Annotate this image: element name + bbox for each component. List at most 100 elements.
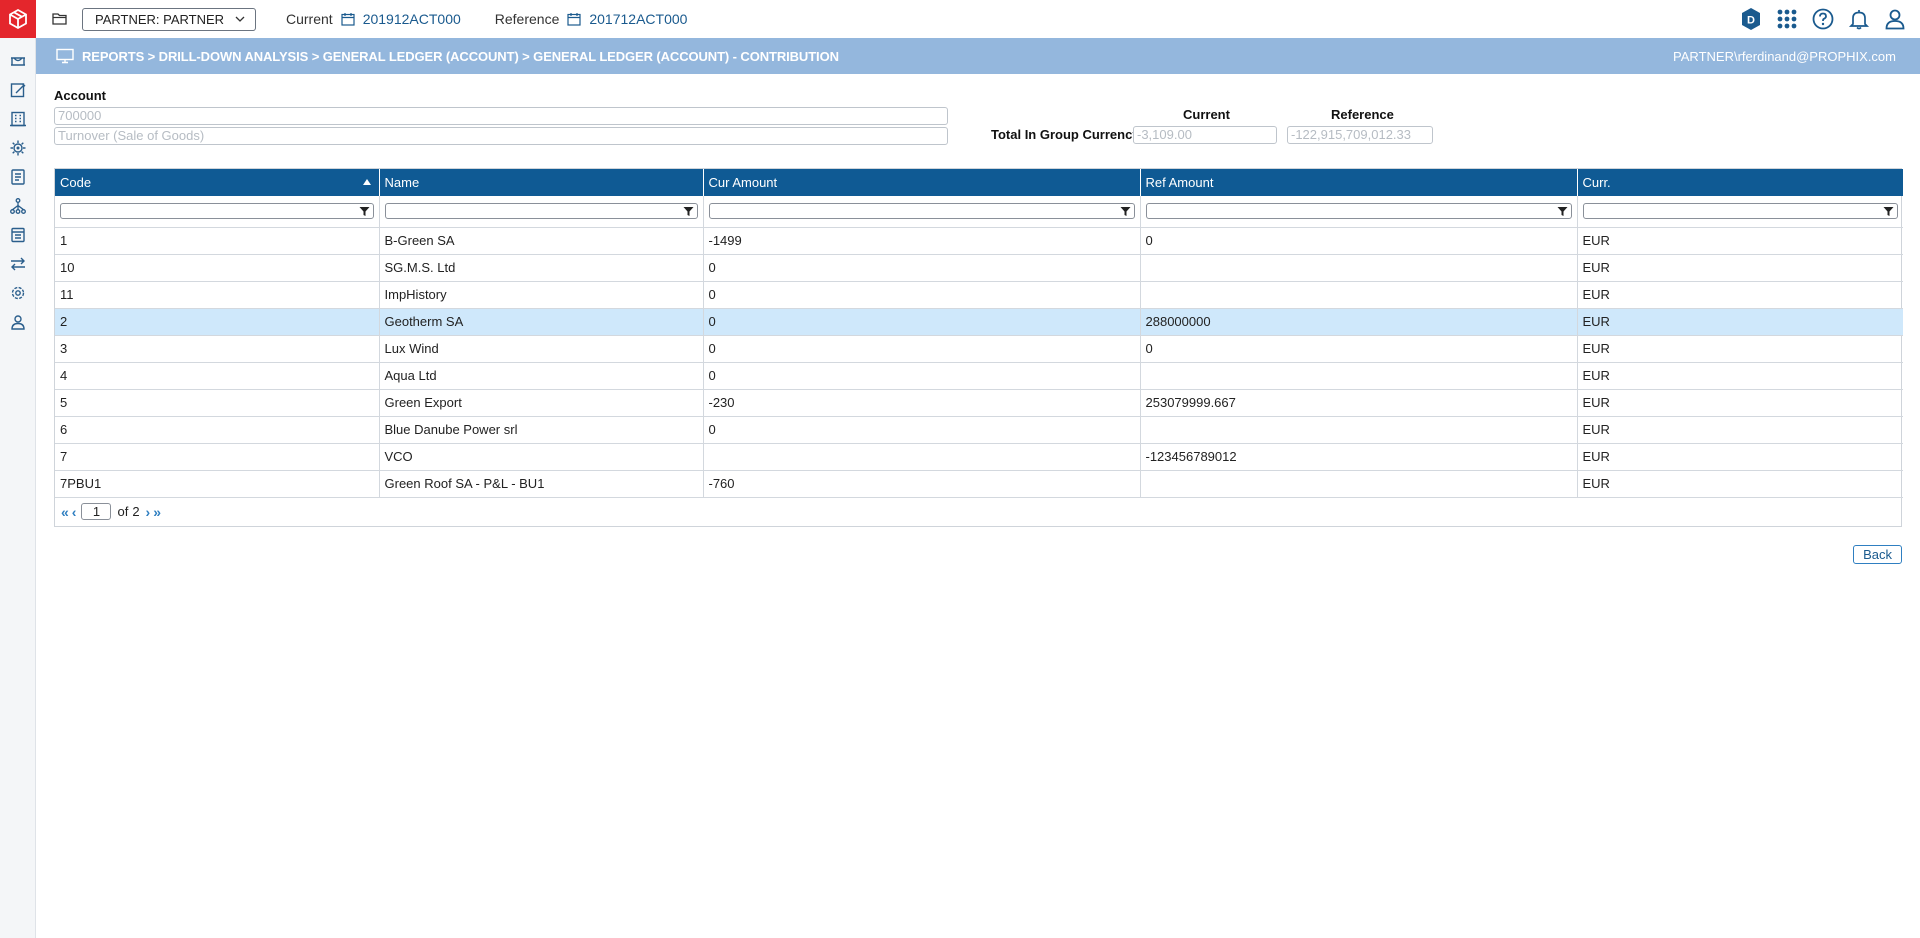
cell-code: 6 [55,416,380,444]
filter-icon[interactable] [359,206,370,217]
filter-row [55,196,1903,228]
table-row[interactable]: 4 Aqua Ltd 0 EUR [55,362,1903,390]
help-icon[interactable] [1810,6,1836,32]
totals-reference-header: Reference [1331,107,1394,122]
cell-currency: EUR [1577,443,1903,471]
calendar-icon[interactable] [341,12,355,26]
column-header-currency[interactable]: Curr. [1577,169,1903,196]
filter-cell [379,196,704,228]
cell-name: Blue Danube Power srl [379,416,704,444]
cell-cur-amount: -760 [703,470,1141,498]
filter-icon[interactable] [1120,206,1131,217]
filter-icon[interactable] [683,206,694,217]
cell-cur-amount: 0 [703,254,1141,282]
filter-input-cur-amount[interactable] [708,203,1135,220]
folder-icon[interactable] [52,10,70,28]
user-icon[interactable] [1882,6,1908,32]
cell-name: Aqua Ltd [379,362,704,390]
building-icon[interactable] [0,104,36,133]
partner-select[interactable]: PARTNER: PARTNER [82,7,256,31]
back-button[interactable]: Back [1853,545,1902,564]
apps-grid-icon[interactable] [1774,6,1800,32]
database-icon[interactable] [0,220,36,249]
filter-input-name[interactable] [384,203,698,220]
gear-network-icon[interactable] [0,133,36,162]
contribution-table: Code Name Cur Amount Ref Amount Curr. 1B… [55,169,1903,498]
cell-ref-amount: 288000000 [1140,308,1578,336]
reference-period-value[interactable]: 201712ACT000 [589,11,687,27]
cell-code: 11 [55,281,380,309]
table-row[interactable]: 5 Green Export -230 253079999.667 EUR [55,389,1903,417]
cell-name: B-Green SA [379,227,704,255]
bell-icon[interactable] [1846,6,1872,32]
calendar-icon[interactable] [567,12,581,26]
settings-icon[interactable] [0,278,36,307]
account-label: Account [54,88,106,103]
filter-input-code[interactable] [60,203,374,220]
cell-code: 3 [55,335,380,363]
totals-current-header: Current [1183,107,1230,122]
column-header-code[interactable]: Code [55,169,380,196]
hierarchy-icon[interactable] [0,191,36,220]
page-number-input[interactable]: 1 [81,503,112,520]
cell-code: 5 [55,389,380,417]
cell-cur-amount: -1499 [703,227,1141,255]
cell-name: Geotherm SA [379,308,704,336]
cube-logo-icon[interactable] [0,0,36,38]
column-header-ref-amount[interactable]: Ref Amount [1140,169,1578,196]
filter-input-ref-amount[interactable] [1145,203,1572,220]
cell-currency: EUR [1577,362,1903,390]
cell-code: 2 [55,308,380,336]
account-name-field: Turnover (Sale of Goods) [54,127,948,145]
breadcrumb[interactable]: REPORTS > DRILL-DOWN ANALYSIS > GENERAL … [82,49,839,64]
first-page-icon[interactable]: « [61,504,69,520]
cell-ref-amount: -123456789012 [1140,443,1578,471]
pager: « ‹ 1 of 2 › » [55,498,1901,526]
cell-cur-amount: 0 [703,335,1141,363]
table-row[interactable]: 6 Blue Danube Power srl 0 EUR [55,416,1903,444]
document-list-icon[interactable] [0,162,36,191]
filter-cell [55,196,380,228]
cell-code: 7PBU1 [55,470,380,498]
prev-page-icon[interactable]: ‹ [72,504,77,520]
cell-ref-amount: 253079999.667 [1140,389,1578,417]
cell-ref-amount: 0 [1140,335,1578,363]
last-page-icon[interactable]: » [153,504,161,520]
transfer-icon[interactable] [0,249,36,278]
account-code-field: 700000 [54,107,948,125]
cell-name: ImpHistory [379,281,704,309]
d-badge-icon[interactable]: D [1738,6,1764,32]
next-page-icon[interactable]: › [146,504,151,520]
reference-period-label: Reference [494,11,560,27]
sort-ascending-icon [362,179,371,185]
total-reference-field: -122,915,709,012.33 [1287,126,1433,144]
cell-currency: EUR [1577,335,1903,363]
users-icon[interactable] [0,307,36,336]
filter-icon[interactable] [1883,206,1894,217]
table-row[interactable]: 11 ImpHistory 0 EUR [55,281,1903,309]
cell-code: 10 [55,254,380,282]
filter-input-currency[interactable] [1582,203,1898,220]
edit-sheet-icon[interactable] [0,75,36,104]
column-header-cur-amount[interactable]: Cur Amount [703,169,1141,196]
filter-icon[interactable] [1557,206,1568,217]
bridge-icon[interactable] [0,46,36,75]
pager-of-label: of [117,504,129,519]
table-row[interactable]: 7PBU1 Green Roof SA - P&L - BU1 -760 EUR [55,470,1903,498]
table-row-selected[interactable]: 2 Geotherm SA 0 288000000 EUR [55,308,1903,336]
cell-name: Green Roof SA - P&L - BU1 [379,470,704,498]
table-row[interactable]: 10 SG.M.S. Ltd 0 EUR [55,254,1903,282]
current-period-value[interactable]: 201912ACT000 [363,11,461,27]
breadcrumb-bar: REPORTS > DRILL-DOWN ANALYSIS > GENERAL … [36,38,1920,74]
table-row[interactable]: 1 B-Green SA -1499 0 EUR [55,227,1903,255]
cell-currency: EUR [1577,308,1903,336]
table-row[interactable]: 7 VCO -123456789012 EUR [55,443,1903,471]
cell-currency: EUR [1577,281,1903,309]
table-row[interactable]: 3 Lux Wind 0 0 EUR [55,335,1903,363]
column-header-name[interactable]: Name [379,169,704,196]
cell-ref-amount [1140,362,1578,390]
partner-select-value: PARTNER: PARTNER [95,11,225,27]
filter-cell [1577,196,1903,228]
chevron-down-icon [235,16,245,22]
cell-name: Green Export [379,389,704,417]
